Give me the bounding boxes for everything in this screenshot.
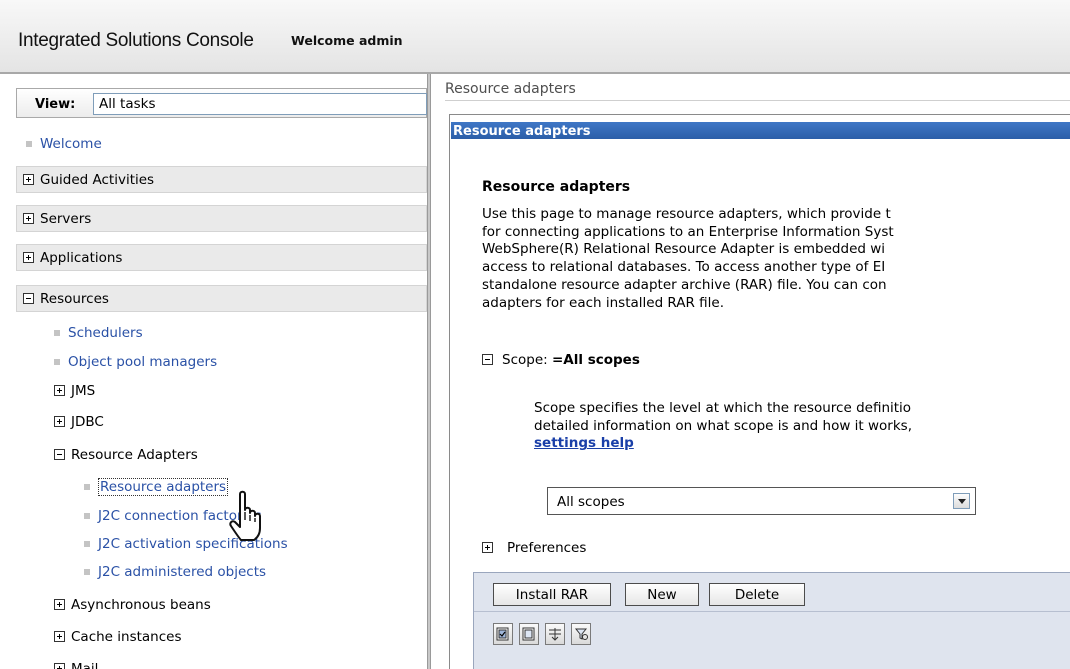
nav-item-resource-adapters[interactable]: Resource adapters: [84, 478, 229, 496]
deselect-all-icon: [522, 627, 535, 641]
nav-section-applications[interactable]: Applications: [16, 244, 427, 271]
section-label: Applications: [40, 250, 123, 266]
description-line: Use this page to manage resource adapter…: [482, 206, 891, 222]
scope-description-line: detailed information on what scope is an…: [534, 417, 912, 434]
page-heading: Resource adapters: [482, 179, 631, 195]
nav-item-object-pool-managers[interactable]: Object pool managers: [54, 354, 217, 370]
description-line: standalone resource adapter archive (RAR…: [482, 276, 887, 293]
nav-item-asynchronous-beans[interactable]: Asynchronous beans: [54, 597, 211, 613]
show-filter-button[interactable]: [545, 623, 565, 645]
bullet-icon: [26, 141, 32, 147]
object-pool-managers-link[interactable]: Object pool managers: [68, 354, 217, 370]
preferences-toggle[interactable]: Preferences: [482, 540, 586, 556]
bullet-icon: [84, 513, 90, 519]
mail-label: Mail: [71, 661, 99, 669]
collection-toolbar: Install RAR New Delete: [473, 572, 1070, 669]
bullet-icon: [84, 484, 90, 490]
nav-item-cache-instances[interactable]: Cache instances: [54, 629, 182, 645]
scope-select-value: All scopes: [557, 494, 625, 510]
nav-item-jms[interactable]: JMS: [54, 383, 95, 399]
chevron-down-icon[interactable]: [953, 493, 970, 509]
breadcrumb: Resource adapters: [445, 81, 1070, 101]
expand-icon[interactable]: [54, 385, 65, 396]
expand-icon[interactable]: [23, 174, 34, 185]
jdbc-label: JDBC: [71, 414, 104, 430]
console-title: Integrated Solutions Console: [18, 30, 254, 51]
install-rar-button[interactable]: Install RAR: [493, 583, 611, 606]
welcome-text: Welcome admin: [291, 33, 403, 48]
expand-icon[interactable]: [54, 416, 65, 427]
description-line: WebSphere(R) Relational Resource Adapter…: [482, 241, 886, 258]
section-label: Guided Activities: [40, 172, 155, 188]
scope-description-line: Scope specifies the level at which the r…: [534, 400, 912, 416]
bullet-icon: [84, 541, 90, 547]
cache-instances-label: Cache instances: [71, 629, 182, 645]
nav-section-guided-activities[interactable]: Guided Activities: [16, 166, 427, 193]
section-label: Resources: [40, 291, 109, 307]
navigation-tree: View: All tasks Welcome Guided Activitie…: [0, 74, 427, 669]
bullet-icon: [54, 330, 60, 336]
section-label: Servers: [40, 211, 92, 227]
expand-icon[interactable]: [23, 252, 34, 263]
expand-icon[interactable]: [482, 542, 493, 553]
nav-section-resources[interactable]: Resources: [16, 285, 427, 312]
view-select-value: All tasks: [99, 96, 156, 112]
expand-icon[interactable]: [23, 213, 34, 224]
collapse-icon[interactable]: [482, 354, 493, 365]
hide-filter-icon: [574, 628, 588, 640]
bullet-icon: [54, 359, 60, 365]
console-banner: Integrated Solutions Console Welcome adm…: [0, 0, 1070, 74]
show-filter-icon: [549, 628, 561, 641]
schedulers-link[interactable]: Schedulers: [68, 325, 143, 341]
select-all-icon: [496, 627, 509, 641]
hand-cursor-icon: [229, 490, 261, 541]
view-label: View:: [35, 97, 76, 112]
new-button[interactable]: New: [625, 583, 699, 606]
collapse-icon[interactable]: [23, 293, 34, 304]
expand-icon[interactable]: [54, 599, 65, 610]
scope-value: =All scopes: [551, 352, 640, 368]
j2c-administered-objects-link[interactable]: J2C administered objects: [98, 564, 266, 580]
collapse-icon[interactable]: [54, 449, 65, 460]
description-line: for connecting applications to an Enterp…: [482, 223, 894, 240]
nav-section-servers[interactable]: Servers: [16, 205, 427, 232]
nav-item-welcome[interactable]: Welcome: [26, 136, 102, 152]
nav-item-jdbc[interactable]: JDBC: [54, 414, 104, 430]
select-all-button[interactable]: [493, 623, 513, 645]
content-area: Resource adapters Resource adapters Reso…: [431, 74, 1070, 669]
view-selector-bar: View: All tasks: [16, 88, 427, 118]
scope-description: Scope specifies the level at which the r…: [534, 400, 1070, 453]
nav-item-schedulers[interactable]: Schedulers: [54, 325, 143, 341]
view-select[interactable]: All tasks: [93, 93, 427, 115]
nav-item-resource-adapters-group[interactable]: Resource Adapters: [54, 447, 198, 463]
delete-button[interactable]: Delete: [709, 583, 805, 606]
page-description: Use this page to manage resource adapter…: [482, 206, 1070, 312]
expand-icon[interactable]: [54, 631, 65, 642]
expand-icon[interactable]: [54, 663, 65, 669]
scope-select[interactable]: All scopes: [547, 487, 976, 515]
nav-item-j2c-administered-objects[interactable]: J2C administered objects: [84, 564, 266, 580]
nav-item-mail[interactable]: Mail: [54, 661, 98, 669]
hide-filter-button[interactable]: [571, 623, 591, 645]
deselect-all-button[interactable]: [519, 623, 539, 645]
panel-title-bar: Resource adapters: [451, 122, 1070, 139]
resource-adapters-link[interactable]: Resource adapters: [98, 478, 229, 496]
scope-label: Scope:: [502, 352, 548, 368]
scope-section-toggle[interactable]: Scope: =All scopes: [482, 352, 640, 368]
resource-adapters-group-label: Resource Adapters: [71, 447, 198, 463]
description-line: adapters for each installed RAR file.: [482, 294, 725, 311]
preferences-label: Preferences: [507, 540, 587, 556]
description-line: access to relational databases. To acces…: [482, 259, 886, 276]
jms-label: JMS: [71, 383, 96, 399]
bullet-icon: [84, 569, 90, 575]
settings-help-link[interactable]: settings help: [534, 435, 634, 451]
welcome-link[interactable]: Welcome: [40, 136, 102, 152]
toolbar-divider: [474, 611, 1070, 612]
asynchronous-beans-label: Asynchronous beans: [71, 597, 211, 613]
